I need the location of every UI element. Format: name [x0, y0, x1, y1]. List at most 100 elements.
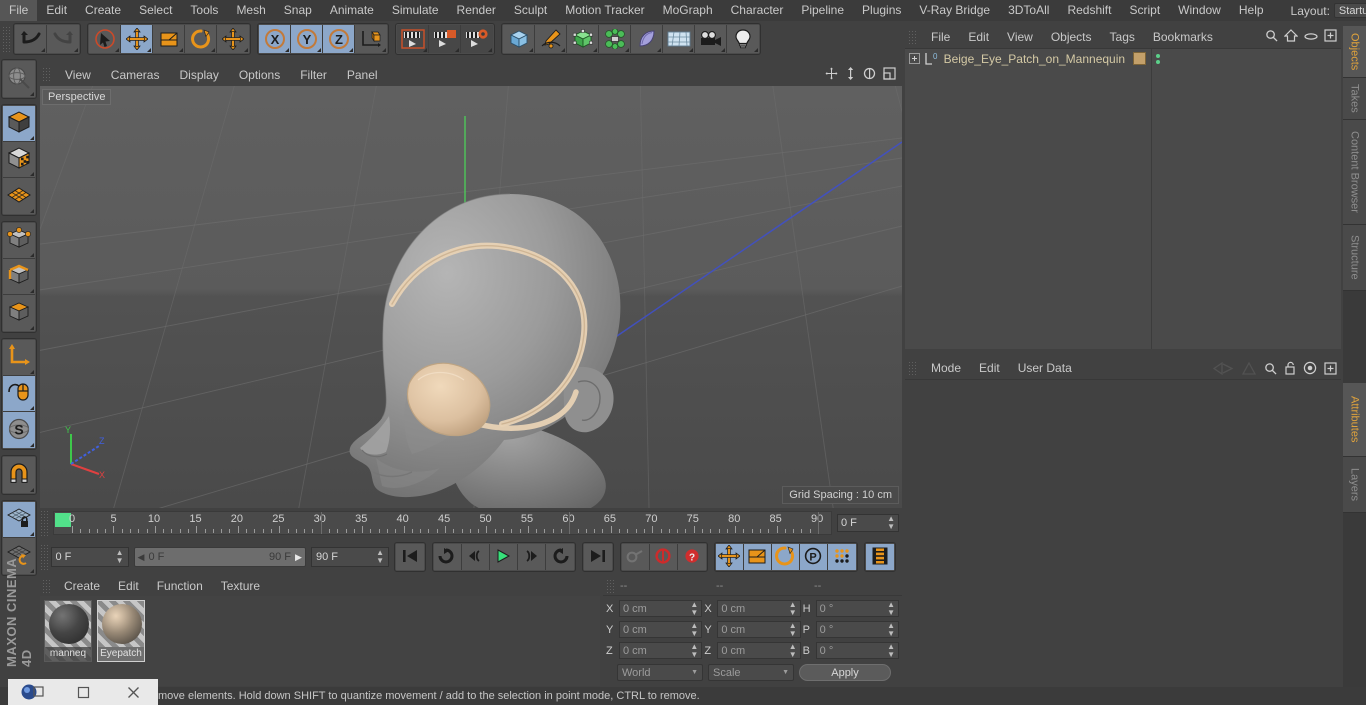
texture-mode-button[interactable]	[3, 142, 35, 178]
menu-select[interactable]: Select	[130, 0, 181, 21]
end-frame-field[interactable]: 90 F ▲ ▼	[310, 547, 389, 567]
coordinate-system-select[interactable]: World ▼	[617, 664, 703, 681]
key-scale-button[interactable]	[743, 544, 772, 570]
timeline-frame-field[interactable]: 0 F ▲ ▼	[837, 514, 899, 532]
position-x-input[interactable]: 0 cm ▲ ▼	[619, 600, 703, 617]
render-settings-button[interactable]	[461, 25, 493, 53]
attribute-menu-edit[interactable]: Edit	[970, 357, 1009, 380]
points-mode-button[interactable]	[3, 223, 35, 259]
go-to-start-button[interactable]	[395, 544, 424, 570]
menu-v-ray-bridge[interactable]: V-Ray Bridge	[910, 0, 999, 21]
dock-tab-structure[interactable]: Structure	[1343, 225, 1366, 291]
visibility-dots-icon[interactable]	[1155, 53, 1160, 64]
spinner-icon[interactable]: ▲ ▼	[887, 642, 895, 659]
spinner-icon[interactable]: ▲ ▼	[789, 600, 797, 617]
menu-create[interactable]: Create	[76, 0, 130, 21]
object-menu-view[interactable]: View	[998, 26, 1042, 48]
uv-mode-button[interactable]	[3, 178, 35, 214]
rotation-p-input[interactable]: 0 ° ▲ ▼	[815, 621, 899, 638]
spinner-icon[interactable]: ▲ ▼	[887, 600, 895, 617]
play-button[interactable]	[489, 544, 518, 570]
world-coordinate-button[interactable]	[355, 25, 387, 53]
enable-axis-button[interactable]	[3, 340, 35, 376]
ellipse-icon[interactable]	[1304, 30, 1318, 44]
add-camera-button[interactable]	[695, 25, 727, 53]
menu-edit[interactable]: Edit	[37, 0, 76, 21]
transform-mode-select[interactable]: Scale ▼	[708, 664, 794, 681]
step-back-button[interactable]	[461, 544, 490, 570]
menu-animate[interactable]: Animate	[321, 0, 383, 21]
rotate-viewport-icon[interactable]	[863, 67, 876, 83]
spinner-icon[interactable]: ▲ ▼	[887, 515, 895, 531]
expand-icon[interactable]	[1324, 29, 1337, 45]
animate-right-icon[interactable]	[1241, 361, 1257, 378]
material-swatch[interactable]: Eyepatch	[97, 600, 145, 662]
object-menu-tags[interactable]: Tags	[1101, 26, 1144, 48]
add-bend-button[interactable]	[631, 25, 663, 53]
material-menu-edit[interactable]: Edit	[109, 576, 148, 596]
object-tree[interactable]: 0 Beige_Eye_Patch_on_Mannequin	[905, 48, 1341, 349]
object-row[interactable]: 0 Beige_Eye_Patch_on_Mannequin	[905, 49, 1341, 68]
search-icon[interactable]	[1264, 362, 1277, 378]
unlock-icon[interactable]	[1284, 361, 1296, 378]
menu-mograph[interactable]: MoGraph	[654, 0, 722, 21]
step-forward-button[interactable]	[517, 544, 546, 570]
key-rotation-button[interactable]	[771, 544, 800, 570]
record-active-objects-button[interactable]	[649, 544, 678, 570]
rotation-h-input[interactable]: 0 ° ▲ ▼	[815, 600, 899, 617]
add-spline-button[interactable]	[535, 25, 567, 53]
material-list[interactable]: manneq Eyepatch	[40, 596, 600, 686]
app-icon[interactable]	[8, 683, 58, 701]
auto-keying-button[interactable]: ?	[677, 544, 706, 570]
viewport-menu-display[interactable]: Display	[169, 64, 228, 86]
material-swatch[interactable]: manneq	[44, 600, 92, 662]
menu-motion-tracker[interactable]: Motion Tracker	[556, 0, 653, 21]
search-icon[interactable]	[1265, 29, 1278, 45]
menu-character[interactable]: Character	[722, 0, 793, 21]
lock-z-button[interactable]: Z	[323, 25, 355, 53]
timeline-ruler[interactable]: 051015202530354045505560657075808590	[53, 511, 832, 535]
add-cube-button[interactable]	[503, 25, 535, 53]
target-icon[interactable]	[1303, 361, 1317, 378]
pan-viewport-icon[interactable]	[825, 67, 838, 83]
model-mode-button[interactable]	[3, 106, 35, 142]
menu-tools[interactable]: Tools	[181, 0, 227, 21]
move-secondary-button[interactable]	[217, 25, 249, 53]
add-generator-button[interactable]	[567, 25, 599, 53]
object-manager-grip[interactable]	[908, 29, 917, 45]
expand-toggle-icon[interactable]	[909, 53, 920, 64]
key-parameter-button[interactable]: P	[799, 544, 828, 570]
lock-y-button[interactable]: Y	[291, 25, 323, 53]
menu-script[interactable]: Script	[1120, 0, 1169, 21]
menu-file[interactable]: File	[0, 0, 38, 21]
lock-x-button[interactable]: X	[259, 25, 291, 53]
select-tool-button[interactable]	[89, 25, 121, 53]
edges-mode-button[interactable]	[3, 259, 35, 295]
material-menu-function[interactable]: Function	[148, 576, 212, 596]
size-x-input[interactable]: 0 cm ▲ ▼	[717, 600, 801, 617]
menu-help[interactable]: Help	[1230, 0, 1273, 21]
menu-pipeline[interactable]: Pipeline	[792, 0, 853, 21]
menu-sculpt[interactable]: Sculpt	[505, 0, 556, 21]
menu-snap[interactable]: Snap	[275, 0, 321, 21]
move-tool-button[interactable]	[121, 25, 153, 53]
autokey-button[interactable]	[621, 544, 650, 570]
spinner-icon[interactable]: ▲ ▼	[789, 621, 797, 638]
spinner-icon[interactable]: ▲ ▼	[690, 642, 698, 659]
lock-workplane-button[interactable]	[3, 502, 35, 538]
add-deformer-button[interactable]	[599, 25, 631, 53]
polygons-mode-button[interactable]	[3, 295, 35, 331]
coordinates-grip[interactable]	[606, 578, 615, 593]
viewport-menu-view[interactable]: View	[55, 64, 101, 86]
viewport-menu-options[interactable]: Options	[229, 64, 290, 86]
key-point-level-button[interactable]	[827, 544, 856, 570]
attribute-menu-mode[interactable]: Mode	[922, 357, 970, 380]
previous-keyframe-button[interactable]	[433, 544, 462, 570]
expand-icon[interactable]	[1324, 361, 1337, 378]
position-y-input[interactable]: 0 cm ▲ ▼	[619, 621, 703, 638]
next-keyframe-button[interactable]	[545, 544, 574, 570]
redo-button[interactable]	[47, 25, 79, 53]
spinner-icon[interactable]: ▲ ▼	[690, 621, 698, 638]
restore-icon[interactable]	[58, 686, 108, 699]
size-z-input[interactable]: 0 cm ▲ ▼	[717, 642, 801, 659]
